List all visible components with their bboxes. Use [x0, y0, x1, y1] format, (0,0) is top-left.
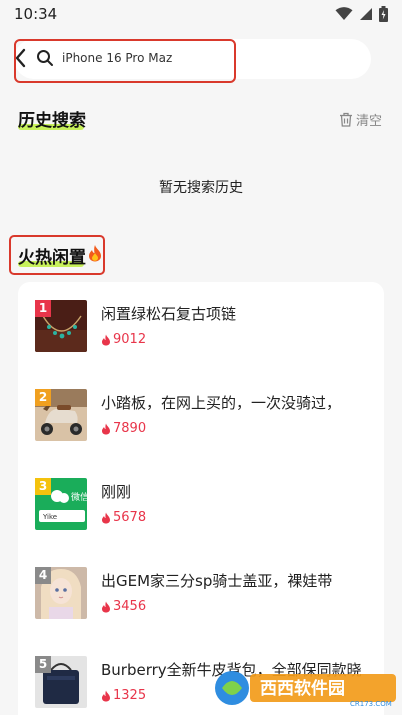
svg-text:微信: 微信 [71, 491, 87, 503]
rank-badge: 4 [35, 567, 51, 584]
flame-icon [102, 512, 110, 523]
status-icons [335, 6, 388, 22]
hot-item[interactable]: 2 小踏板，在网上买的，一次没骑过， 7890 [35, 389, 375, 445]
rank-badge: 5 [35, 656, 51, 673]
watermark-logo: 西西软件园 CR173.COM [210, 666, 400, 710]
status-time: 10:34 [14, 5, 58, 23]
heat-value: 5678 [113, 510, 147, 525]
status-bar: 10:34 [0, 0, 402, 28]
history-title: 历史搜索 [18, 111, 86, 131]
clear-history-button[interactable]: 清空 [339, 110, 382, 129]
hot-item[interactable]: 4 出GEM家三分sp骑士盖亚，裸娃带 3456 [35, 567, 375, 623]
heat-value: 7890 [113, 421, 147, 436]
rank-badge: 2 [35, 389, 51, 406]
wifi-icon [335, 7, 353, 20]
fire-icon [87, 244, 103, 267]
item-heat: 9012 [101, 332, 146, 347]
item-heat: 3456 [101, 599, 146, 614]
item-title: 小踏板，在网上买的，一次没骑过， [101, 394, 342, 412]
rank-badge: 3 [35, 478, 51, 495]
rank-badge: 1 [35, 300, 51, 317]
flame-icon [102, 423, 110, 434]
no-history-text: 暂无搜索历史 [159, 180, 243, 196]
trash-icon [339, 112, 352, 127]
heat-value: 9012 [113, 332, 147, 347]
hot-item[interactable]: 微信 Yike 3 刚刚 5678 [35, 478, 375, 534]
item-heat: 5678 [101, 510, 146, 525]
item-heat: 7890 [101, 421, 146, 436]
svg-text:Yike: Yike [42, 513, 57, 521]
hot-title: 火热闲置 [18, 243, 103, 268]
item-title: 刚刚 [101, 483, 132, 501]
heat-value: 3456 [113, 599, 147, 614]
svg-text:西西软件园: 西西软件园 [260, 678, 345, 699]
hot-item[interactable]: 1 闲置绿松石复古项链 9012 [35, 300, 375, 356]
item-title: 闲置绿松石复古项链 [101, 305, 237, 323]
battery-icon [379, 6, 388, 22]
item-title: 出GEM家三分sp骑士盖亚，裸娃带 [101, 572, 333, 590]
svg-text:CR173.COM: CR173.COM [350, 700, 392, 708]
clear-label: 清空 [355, 114, 382, 129]
signal-icon [360, 8, 372, 20]
search-highlight-box [14, 39, 236, 83]
item-heat: 1325 [101, 688, 146, 703]
flame-icon [102, 690, 110, 701]
heat-value: 1325 [113, 688, 147, 703]
flame-icon [102, 334, 110, 345]
flame-icon [102, 601, 110, 612]
